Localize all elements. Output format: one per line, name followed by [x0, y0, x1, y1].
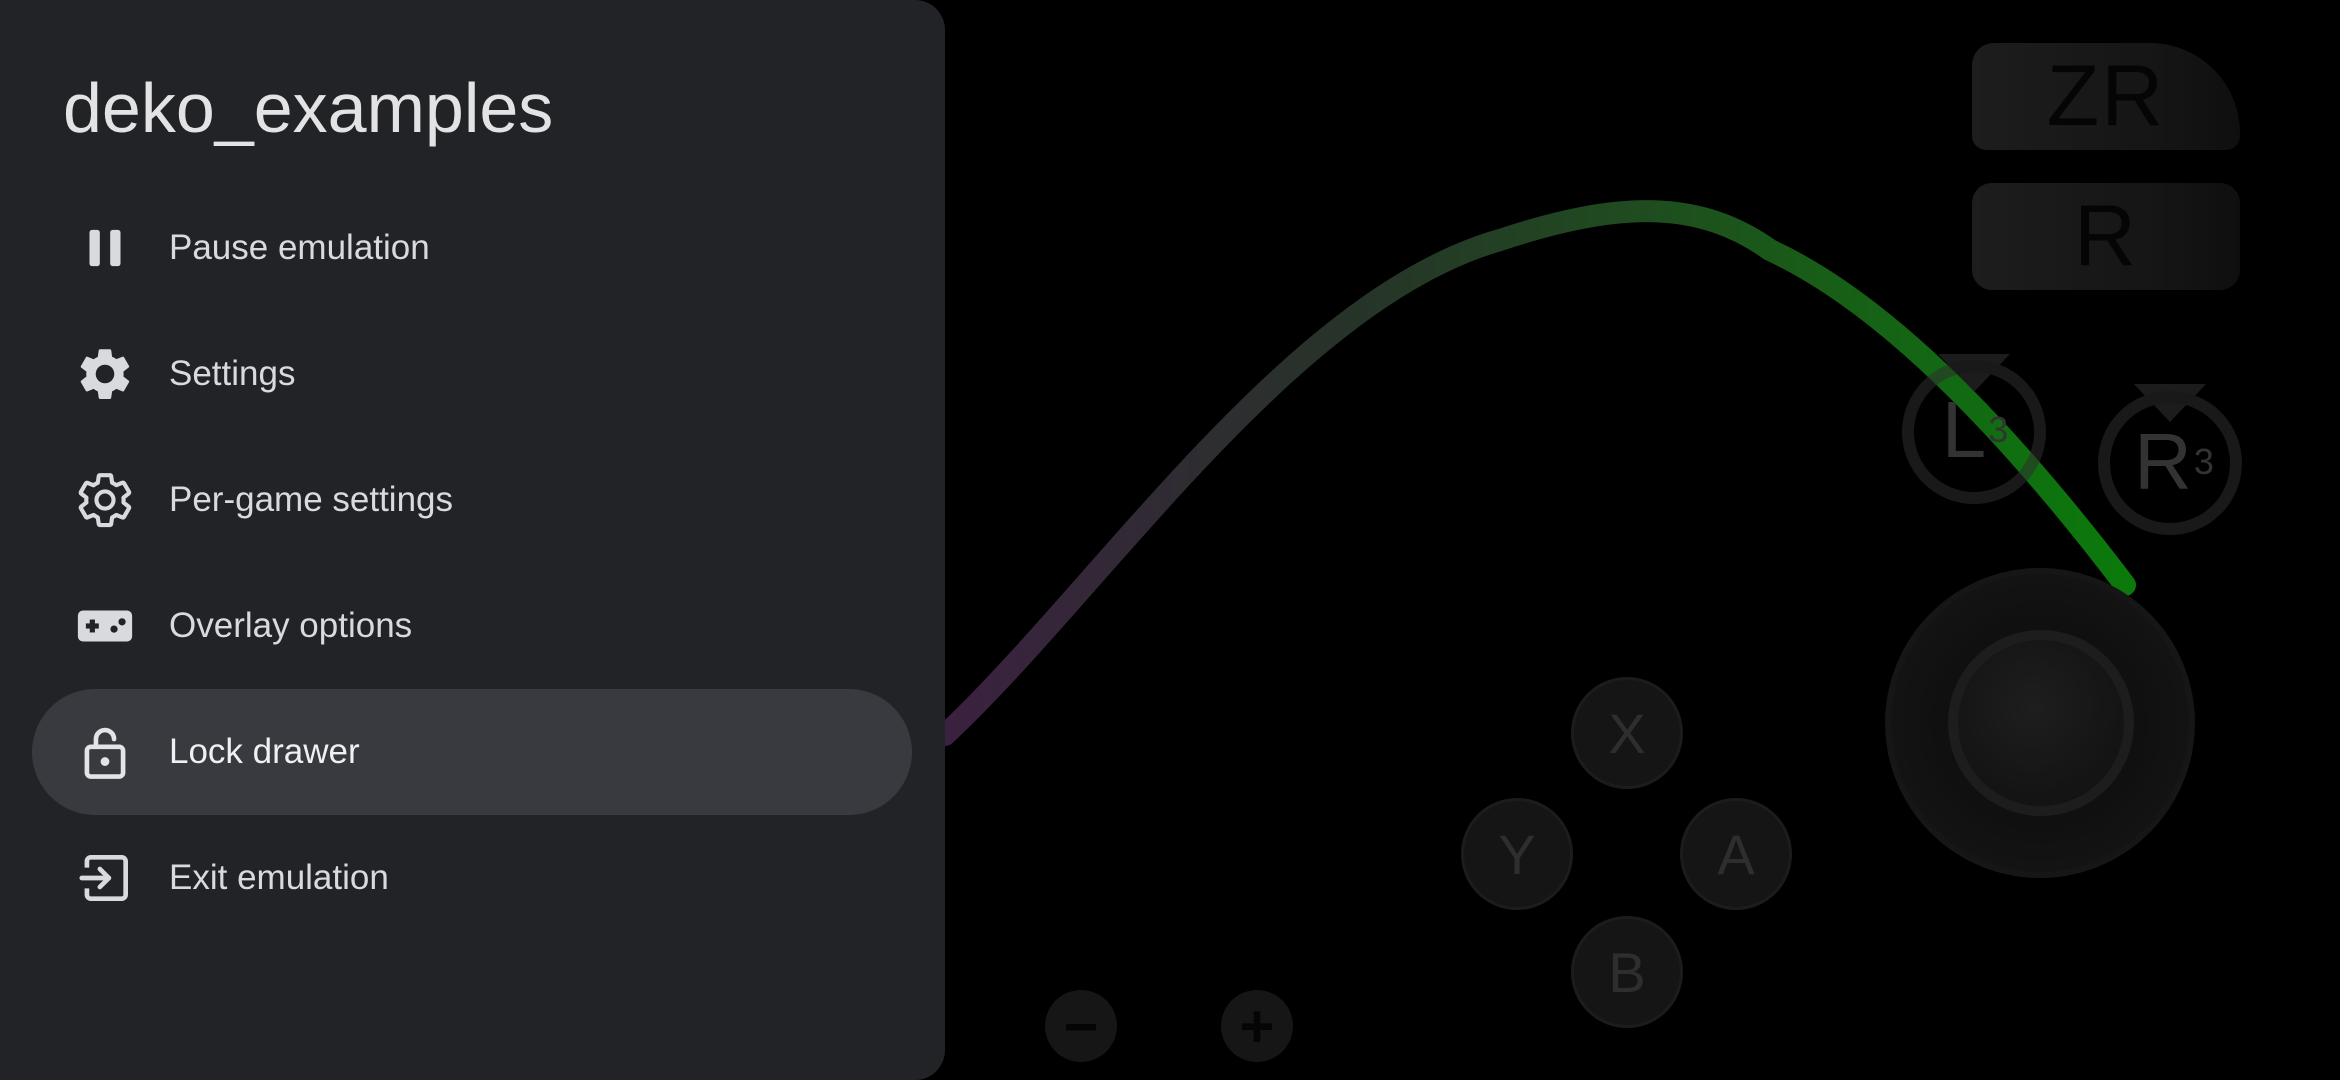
r-label: R — [2073, 188, 2139, 284]
minus-button[interactable]: − — [1045, 990, 1117, 1062]
menu-item-settings[interactable]: Settings — [32, 311, 912, 437]
minus-label: − — [1063, 992, 1099, 1060]
exit-icon — [74, 847, 136, 909]
plus-label: + — [1239, 992, 1275, 1060]
menu-label: Per-game settings — [169, 480, 454, 519]
zr-button[interactable]: ZR — [1972, 43, 2240, 150]
menu-item-pause-emulation[interactable]: Pause emulation — [32, 185, 912, 311]
emulator-screen: ZR R L3 R3 X Y A B − + deko_examples Pau… — [0, 0, 2340, 1080]
y-label: Y — [1498, 822, 1536, 886]
plus-button[interactable]: + — [1221, 990, 1293, 1062]
menu-item-overlay-options[interactable]: Overlay options — [32, 563, 912, 689]
zr-label: ZR — [2046, 48, 2166, 144]
menu-label: Settings — [169, 354, 296, 393]
b-button[interactable]: B — [1571, 916, 1683, 1028]
y-button[interactable]: Y — [1461, 798, 1573, 910]
b-label: B — [1608, 940, 1646, 1004]
l3-label: L3 — [1941, 385, 2009, 474]
drawer-title: deko_examples — [63, 69, 554, 147]
x-button[interactable]: X — [1571, 677, 1683, 789]
r3-label: R3 — [2134, 417, 2214, 506]
pause-icon — [74, 217, 136, 279]
menu-item-exit-emulation[interactable]: Exit emulation — [32, 815, 912, 941]
menu-item-per-game-settings[interactable]: Per-game settings — [32, 437, 912, 563]
gear-outline-icon — [74, 469, 136, 531]
menu-label: Lock drawer — [169, 732, 360, 771]
menu-label: Overlay options — [169, 606, 413, 645]
menu-label: Exit emulation — [169, 858, 389, 897]
right-analog-stick-knob[interactable] — [1948, 630, 2134, 816]
gear-filled-icon — [74, 343, 136, 405]
menu-item-lock-drawer[interactable]: Lock drawer — [32, 689, 912, 815]
lock-open-icon — [74, 721, 136, 783]
gamepad-icon — [74, 595, 136, 657]
navigation-drawer: deko_examples Pause emulation Settings P… — [0, 0, 945, 1080]
menu-label: Pause emulation — [169, 228, 430, 267]
a-label: A — [1717, 822, 1755, 886]
r-button[interactable]: R — [1972, 183, 2240, 290]
x-label: X — [1608, 701, 1646, 765]
a-button[interactable]: A — [1680, 798, 1792, 910]
